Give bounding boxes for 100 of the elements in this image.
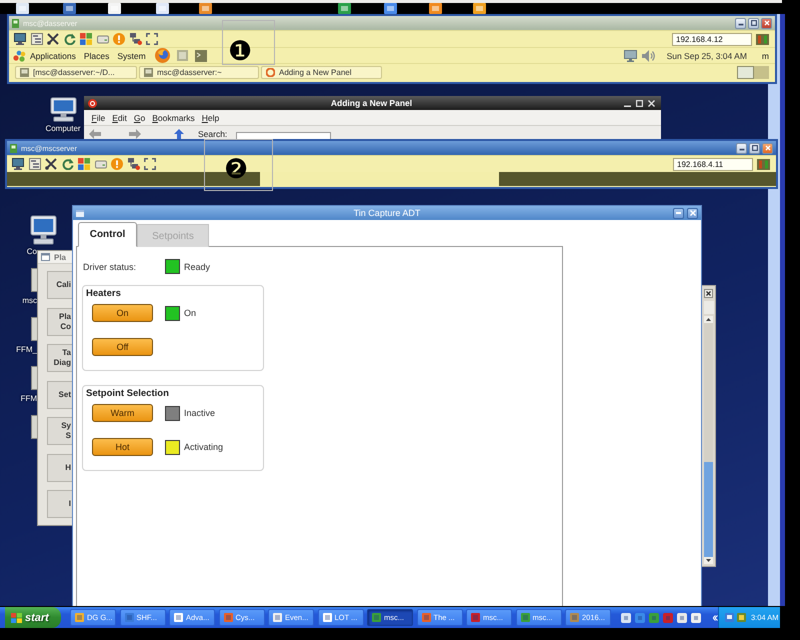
status-text: Activating xyxy=(184,442,224,452)
app-icon xyxy=(322,613,332,622)
task-button[interactable]: msc@dasserver:~ xyxy=(139,66,259,78)
menu-item[interactable]: System xyxy=(117,50,146,60)
app-icon xyxy=(520,613,530,622)
computer-icon[interactable] xyxy=(30,215,57,245)
foot-icon[interactable] xyxy=(13,50,27,62)
up-arrow-icon[interactable] xyxy=(704,316,713,323)
address-field[interactable]: 192.168.4.11 xyxy=(673,158,753,170)
icon-label[interactable]: msc xyxy=(0,296,37,305)
drive-icon[interactable] xyxy=(96,33,108,45)
close-button[interactable] xyxy=(687,208,698,218)
address-field[interactable]: 192.168.4.12 xyxy=(672,32,752,46)
app-icon[interactable] xyxy=(62,3,77,14)
panel-button[interactable]: Ta Diag xyxy=(47,344,72,372)
menu-item[interactable]: Go xyxy=(130,112,149,122)
icon-label[interactable]: FFM_ xyxy=(0,345,37,354)
network-icon[interactable] xyxy=(130,33,142,45)
window-icon[interactable] xyxy=(41,253,50,261)
group-title: Setpoint Selection xyxy=(86,387,170,400)
command-button[interactable]: On xyxy=(92,304,153,322)
tab-strip xyxy=(704,301,714,314)
workspace-tile[interactable] xyxy=(737,66,754,78)
flag-icon xyxy=(11,612,22,622)
down-arrow-icon[interactable] xyxy=(704,557,713,564)
app-icon[interactable] xyxy=(472,3,487,14)
terminal-icon xyxy=(144,68,153,76)
fullscreen-icon[interactable] xyxy=(146,33,158,45)
minimize-button[interactable] xyxy=(673,208,684,218)
up-arrow-icon[interactable] xyxy=(174,128,184,138)
network-icon[interactable] xyxy=(128,158,140,170)
flag-icon[interactable] xyxy=(80,33,92,45)
icon-label[interactable]: Computer xyxy=(45,124,81,133)
panel-button[interactable]: H xyxy=(47,454,72,482)
command-button[interactable]: Warm xyxy=(92,404,153,422)
list-icon[interactable] xyxy=(28,158,40,170)
scrollbar[interactable] xyxy=(704,316,713,564)
terminal-icon[interactable] xyxy=(12,18,19,28)
app-icon xyxy=(372,613,381,622)
flag-icon[interactable] xyxy=(78,158,90,170)
icon-label[interactable]: FFM xyxy=(0,394,37,403)
network-icon[interactable] xyxy=(725,613,734,622)
status-label: Driver status: xyxy=(83,262,138,272)
search-label: Search: xyxy=(198,128,228,138)
task-button[interactable]: [msc@dasserver:~/D... xyxy=(15,66,137,78)
app-icon xyxy=(471,613,480,622)
app-icon[interactable] xyxy=(155,3,170,14)
app-icon[interactable] xyxy=(337,3,352,14)
menu-item[interactable]: Help xyxy=(198,112,223,122)
menu-item[interactable]: Edit xyxy=(108,112,130,122)
globe-icon[interactable] xyxy=(154,48,170,63)
user-menu[interactable]: m xyxy=(762,50,769,60)
speaker-icon[interactable] xyxy=(642,50,655,62)
monitor-icon[interactable] xyxy=(12,158,24,170)
app-icon xyxy=(174,613,183,622)
computer-icon[interactable] xyxy=(50,97,76,122)
panel-button[interactable]: Cali xyxy=(47,271,72,299)
terminal-icon xyxy=(20,68,29,76)
app-icon[interactable] xyxy=(198,3,213,14)
icon-label[interactable]: Co xyxy=(0,247,37,256)
panel-button[interactable]: Sy S xyxy=(47,417,72,445)
clock-text[interactable]: Sun Sep 25, 3:04 AM xyxy=(666,50,747,60)
bars-icon xyxy=(757,158,770,170)
group-title: Heaters xyxy=(86,287,122,300)
terminal-icon[interactable] xyxy=(10,144,17,152)
close-icon[interactable] xyxy=(704,289,713,298)
chevron-icon[interactable] xyxy=(713,614,718,620)
fullscreen-icon[interactable] xyxy=(144,158,156,170)
app-icon[interactable] xyxy=(15,3,30,14)
tools-icon[interactable] xyxy=(45,158,57,170)
panel-button[interactable]: Set xyxy=(47,380,72,408)
menu-item[interactable]: Applications xyxy=(30,50,76,60)
monitor-icon[interactable] xyxy=(14,33,26,45)
menu-item[interactable]: Places xyxy=(84,50,110,60)
bars-icon xyxy=(756,34,769,44)
start-button[interactable]: start xyxy=(5,607,61,628)
panel-button[interactable]: I xyxy=(47,490,72,518)
menu-item[interactable]: Bookmarks xyxy=(148,112,198,122)
tools-icon[interactable] xyxy=(47,33,59,45)
refresh-icon[interactable] xyxy=(62,158,74,170)
task-button[interactable]: Adding a New Panel xyxy=(261,66,382,78)
app-icon[interactable] xyxy=(428,3,443,14)
workspace-tile[interactable] xyxy=(754,66,769,78)
command-button[interactable]: Off xyxy=(92,338,153,356)
drive-icon[interactable] xyxy=(94,158,106,170)
list-icon[interactable] xyxy=(30,33,42,45)
menu-item[interactable]: File xyxy=(88,112,109,122)
panel-button[interactable]: Pla Co xyxy=(47,308,72,336)
app-icon xyxy=(570,613,579,622)
app-icon[interactable] xyxy=(383,3,398,14)
status-text: On xyxy=(184,308,196,318)
tab[interactable]: Control xyxy=(78,222,137,247)
app-icon xyxy=(273,613,282,622)
app-icon[interactable] xyxy=(107,3,122,14)
refresh-icon[interactable] xyxy=(64,33,76,45)
status-text: Ready xyxy=(184,262,210,272)
app-icon xyxy=(75,613,84,622)
command-button[interactable]: Hot xyxy=(92,438,153,456)
window-title: Pla xyxy=(54,252,66,262)
scrollbar-thumb[interactable] xyxy=(704,462,713,557)
